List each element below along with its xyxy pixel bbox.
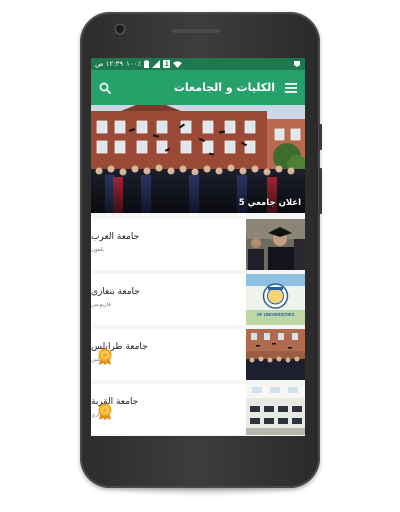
announcement-banner[interactable]: اعلان جامعي 5 [91, 105, 305, 213]
power-button [319, 124, 322, 150]
sim-badge: 1 [163, 60, 171, 68]
list-item[interactable]: جامعة القربة الهواري [91, 384, 305, 435]
graduation-photo [91, 105, 305, 213]
battery-icon [144, 60, 150, 68]
university-location: بلعون [91, 247, 104, 253]
list-item[interactable]: جامعة العرب بلعون [91, 219, 305, 270]
item-text: جامعة طرابلس طرابلس [91, 329, 246, 380]
volume-button [319, 168, 322, 214]
university-logo-thumbnail: OF UNIVERSITIES [246, 274, 305, 325]
status-time: ١٢:٣٩ ص [95, 60, 124, 68]
university-list: جامعة العرب بلعون جامعة بنغازي قاريونس O… [91, 213, 305, 435]
university-thumbnail [246, 329, 305, 380]
university-thumbnail [246, 219, 305, 270]
university-name: جامعة بنغازي [91, 287, 140, 297]
front-camera [116, 25, 124, 33]
status-bar: ١٢:٣٩ ص ١٠٠٪ 1 [91, 58, 305, 70]
search-icon[interactable] [99, 82, 111, 94]
item-text: جامعة القربة الهواري [91, 384, 246, 435]
university-location: قاريونس [91, 302, 111, 308]
wifi-icon [173, 60, 183, 68]
award-badge-icon [98, 403, 112, 420]
page-title: الكليات و الجامعات [173, 81, 275, 94]
award-badge-icon [98, 348, 112, 365]
logo-caption: OF UNIVERSITIES [257, 312, 295, 317]
university-name: جامعة العرب [91, 232, 140, 242]
list-item[interactable]: جامعة بنغازي قاريونس OF UNIVERSITIES [91, 274, 305, 325]
signal-icon [152, 60, 161, 68]
status-right [293, 60, 301, 68]
earpiece-speaker [172, 29, 220, 33]
menu-icon[interactable] [285, 82, 297, 93]
status-left: ١٢:٣٩ ص ١٠٠٪ 1 [95, 60, 183, 68]
battery-percent: ١٠٠٪ [126, 60, 142, 68]
university-thumbnail [246, 384, 305, 435]
phone-screen: ١٢:٣٩ ص ١٠٠٪ 1 الكليات و الجامعات اعلان … [91, 58, 305, 436]
item-text: جامعة العرب بلعون [91, 219, 246, 270]
notification-icon [294, 61, 300, 67]
banner-caption: اعلان جامعي 5 [238, 198, 301, 208]
list-item[interactable]: جامعة طرابلس طرابلس [91, 329, 305, 380]
item-text: جامعة بنغازي قاريونس [91, 274, 246, 325]
app-bar: الكليات و الجامعات [91, 70, 305, 105]
